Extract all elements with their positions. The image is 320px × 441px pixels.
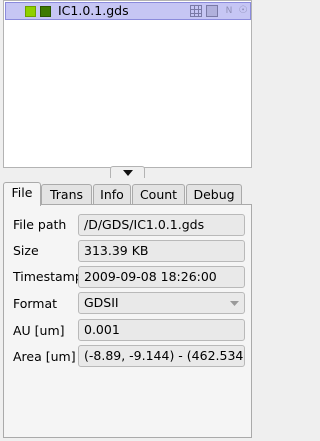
cell-browser-panel: IC1.0.1.gds N ☉ File Trans Info Count De… [0,0,255,441]
layer-color-swatch-primary [25,6,36,17]
tab-info[interactable]: Info [93,184,131,205]
tab-count[interactable]: Count [132,184,185,205]
file-path-label: File path [13,217,67,232]
size-field[interactable]: 313.39 KB [78,240,245,262]
file-path-field[interactable]: /D/GDS/IC1.0.1.gds [78,214,245,236]
file-name: IC1.0.1.gds [58,3,129,18]
chevron-down-icon [123,170,133,176]
timestamp-label: Timestamp [13,269,83,284]
info-tabs: File Trans Info Count Debug [3,182,252,206]
format-label: Format [13,296,58,311]
chevron-down-icon [230,301,239,306]
format-select[interactable]: GDSII [78,292,245,314]
panel-collapse-toggle[interactable] [110,166,145,178]
file-tab-content: File path /D/GDS/IC1.0.1.gds Size 313.39… [3,204,252,438]
size-label: Size [13,243,39,258]
tab-trans[interactable]: Trans [41,184,92,205]
file-list[interactable]: IC1.0.1.gds N ☉ [3,0,252,168]
au-label: AU [um] [13,323,65,338]
n-icon[interactable]: N [223,5,235,17]
bulb-icon[interactable]: ☉ [238,5,248,17]
tab-file[interactable]: File [3,182,41,206]
area-field[interactable]: (-8.89, -9.144) - (462.534, [78,345,245,367]
area-label: Area [um] [13,349,76,364]
format-select-value: GDSII [84,295,119,310]
timestamp-field[interactable]: 2009-09-08 18:26:00 [78,266,245,288]
grid-icon[interactable] [190,5,202,17]
tab-debug[interactable]: Debug [186,184,242,205]
layer-color-swatch-secondary [40,6,51,17]
file-list-item[interactable]: IC1.0.1.gds N ☉ [5,2,251,20]
au-field[interactable]: 0.001 [78,319,245,341]
box-icon[interactable] [206,5,218,17]
